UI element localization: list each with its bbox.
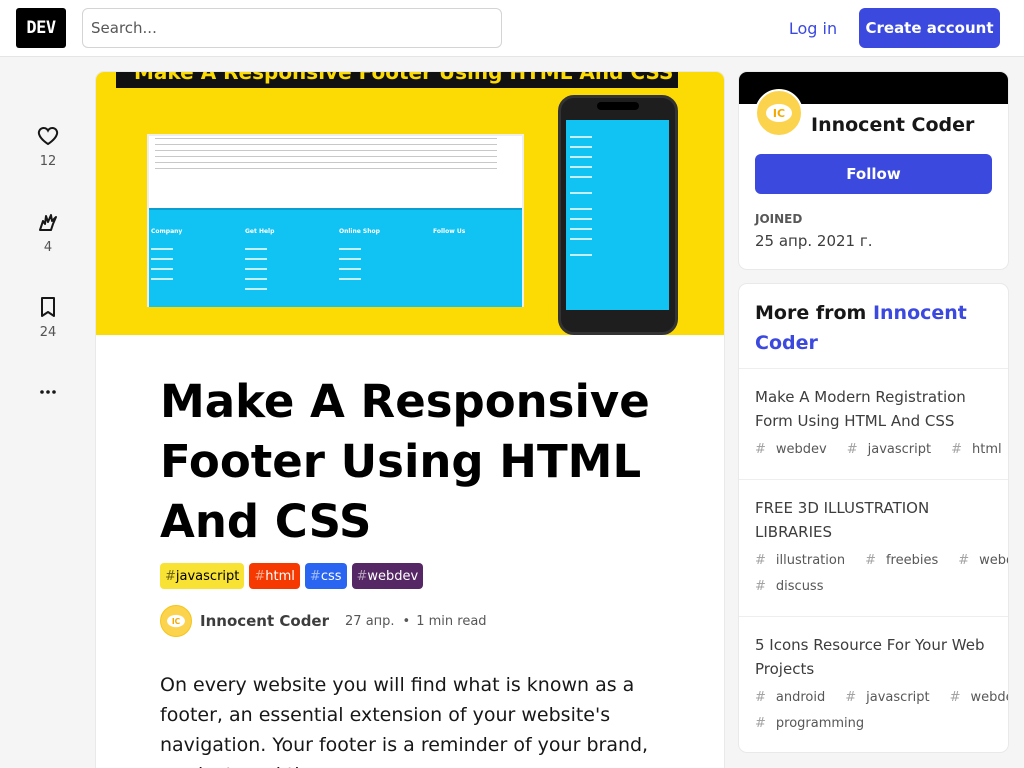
cover-phone-mockup xyxy=(558,95,678,335)
article-body: On every website you will find what is k… xyxy=(160,674,649,768)
top-header: DEV Log in Create account xyxy=(0,0,1024,57)
search-input[interactable] xyxy=(82,8,502,48)
dev-logo[interactable]: DEV xyxy=(16,8,66,48)
tag-link[interactable]: # illustration xyxy=(755,553,855,568)
like-count: 12 xyxy=(39,154,57,169)
cover-title-bar: Make A Responsive Footer Using HTML And … xyxy=(116,72,678,88)
tag-link[interactable]: # javascript xyxy=(845,690,939,705)
tag-link[interactable]: #webdev xyxy=(958,553,1008,568)
bookmark-count: 24 xyxy=(39,325,57,340)
mockup-col-heading: Online Shop xyxy=(339,228,380,235)
article-title: Make A Responsive Footer Using HTML And … xyxy=(160,375,650,548)
tag-link[interactable]: # javascript xyxy=(847,442,941,457)
author-card-name[interactable]: Innocent Coder xyxy=(811,114,974,136)
mockup-text-lines xyxy=(155,138,497,170)
heart-icon xyxy=(37,126,59,146)
more-item-tags: #illustration #freebies #webdev #discuss xyxy=(755,548,1008,600)
cover-desktop-mockup: Company Get Help Online Shop Follow Us xyxy=(147,134,524,307)
more-item-title[interactable]: 5 Icons Resource For Your Web Projects xyxy=(755,633,992,681)
tag-link[interactable]: # android xyxy=(755,690,835,705)
read-time: 1 min read xyxy=(416,613,487,629)
tag-link[interactable]: #webdev xyxy=(950,690,1008,705)
mockup-col-heading: Follow Us xyxy=(433,228,466,235)
tag-html[interactable]: # html xyxy=(249,563,300,589)
tag-link[interactable]: # html xyxy=(951,442,1008,457)
innocent-coder-logo-icon: IC xyxy=(167,614,185,628)
ellipsis-icon xyxy=(40,390,56,394)
joined-date: 25 апр. 2021 г. xyxy=(755,232,873,250)
mockup-footer: Company Get Help Online Shop Follow Us xyxy=(149,208,522,307)
tag-webdev[interactable]: # webdev xyxy=(351,563,424,589)
article-card: Make A Responsive Footer Using HTML And … xyxy=(96,72,724,768)
more-options-button[interactable] xyxy=(24,380,72,404)
tag-link[interactable]: # freebies xyxy=(865,553,948,568)
article-author: IC Innocent Coder 27 апр. • 1 min read xyxy=(160,605,487,637)
phone-screen xyxy=(566,120,669,310)
more-item-title[interactable]: FREE 3D ILLUSTRATION LIBRARIES xyxy=(755,496,992,544)
create-account-button[interactable]: Create account xyxy=(859,8,1000,48)
author-avatar[interactable]: IC xyxy=(755,89,803,137)
publish-date: 27 апр. xyxy=(345,613,395,629)
svg-text:IC: IC xyxy=(172,617,181,626)
unicorn-icon xyxy=(39,214,57,231)
author-name[interactable]: Innocent Coder xyxy=(200,612,329,630)
tag-link[interactable]: # discuss xyxy=(755,579,833,594)
list-item[interactable]: FREE 3D ILLUSTRATION LIBRARIES # illustra… xyxy=(739,480,1008,617)
meta-separator: • xyxy=(402,613,411,629)
login-button[interactable]: Log in xyxy=(774,8,852,48)
more-item-tags: #android #javascript #webdev #programming xyxy=(755,685,1008,737)
tag-css[interactable]: # css xyxy=(304,563,347,589)
tag-link[interactable]: # programming xyxy=(755,716,874,731)
follow-button[interactable]: Follow xyxy=(755,154,992,194)
tag-link[interactable]: #webdev xyxy=(755,442,837,457)
more-from-heading: More from Innocent Coder xyxy=(739,284,1008,369)
avatar[interactable]: IC xyxy=(160,605,192,637)
joined-label: JOINED xyxy=(755,212,803,226)
cover-image: Make A Responsive Footer Using HTML And … xyxy=(96,72,724,335)
list-item[interactable]: 5 Icons Resource For Your Web Projects #… xyxy=(739,617,1008,752)
more-from-card: More from Innocent Coder Make A Modern R… xyxy=(739,284,1008,752)
bookmark-icon xyxy=(41,297,55,317)
mockup-col-heading: Company xyxy=(151,228,183,235)
more-item-tags: #webdev#javascript#html#css xyxy=(755,437,1002,463)
svg-text:IC: IC xyxy=(773,107,785,120)
unicorn-count: 4 xyxy=(43,240,53,255)
innocent-coder-logo-icon: IC xyxy=(766,104,792,122)
author-card: IC Innocent Coder Follow JOINED 25 апр. … xyxy=(739,72,1008,269)
article-tags: # javascript # html # css # webdev xyxy=(160,563,424,589)
list-item[interactable]: Make A Modern Registration Form Using HT… xyxy=(739,369,1008,480)
tag-javascript[interactable]: # javascript xyxy=(160,563,245,589)
cover-title: Make A Responsive Footer Using HTML And … xyxy=(134,72,674,84)
more-item-title[interactable]: Make A Modern Registration Form Using HT… xyxy=(755,385,992,433)
like-reaction-button[interactable]: 12 xyxy=(24,124,72,169)
unicorn-reaction-button[interactable]: 4 xyxy=(24,210,72,255)
mockup-col-heading: Get Help xyxy=(245,228,275,235)
bookmark-button[interactable]: 24 xyxy=(24,295,72,340)
